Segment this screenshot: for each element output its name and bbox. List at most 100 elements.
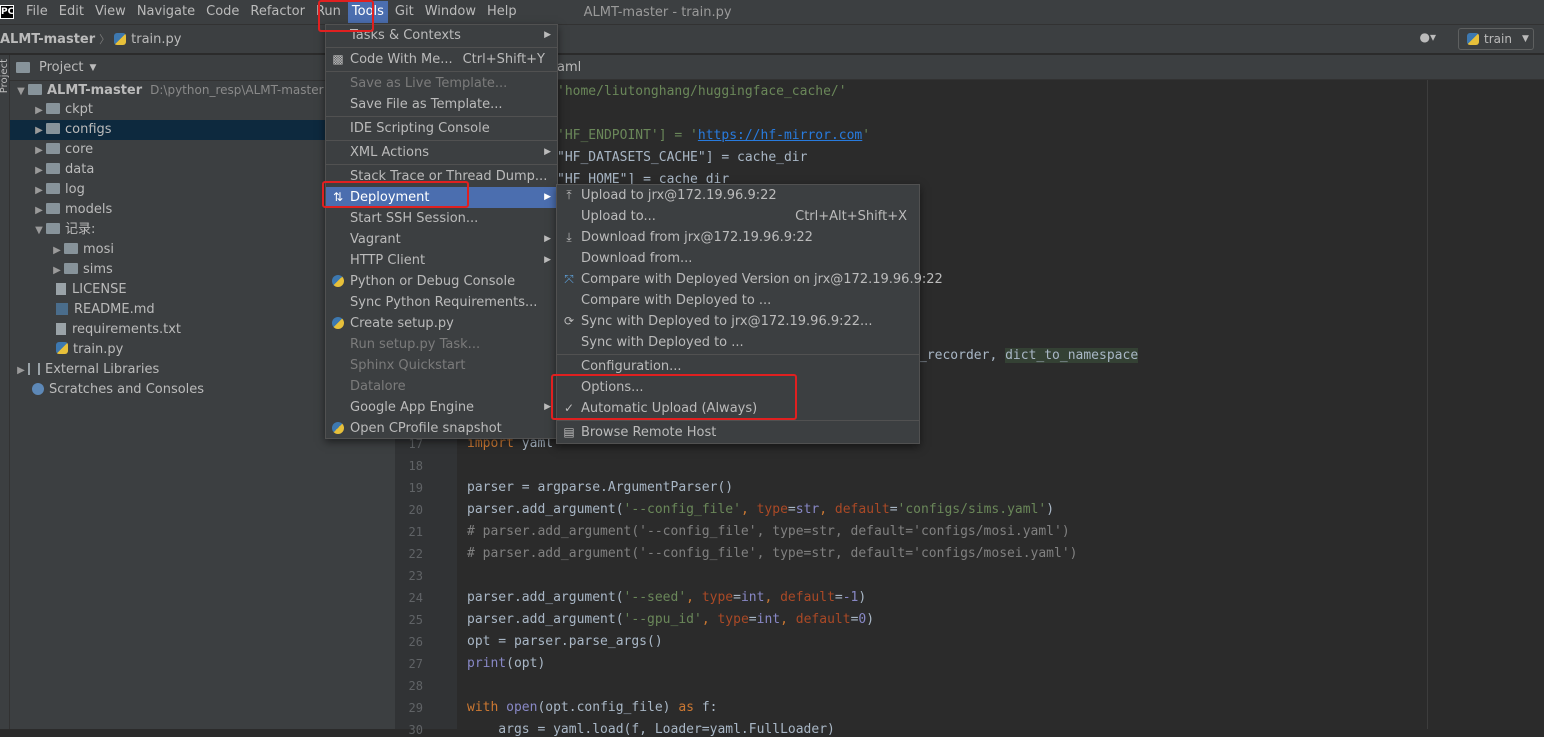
menu-git[interactable]: Git — [391, 1, 418, 23]
tree-item-label: sims — [83, 262, 113, 277]
scratches-icon — [32, 383, 44, 395]
submenu-arrow-icon: ▶ — [544, 192, 551, 202]
menu-item-ide-scripting-console[interactable]: IDE Scripting Console — [326, 118, 557, 139]
menu-item-upload-to[interactable]: Upload to... Ctrl+Alt+Shift+X — [557, 206, 919, 227]
code-line: opt = parser.parse_args() — [467, 634, 663, 649]
expand-arrow-icon[interactable]: ▶ — [50, 241, 64, 261]
user-account-icon[interactable]: ●▾ — [1420, 30, 1437, 44]
breadcrumb-file[interactable]: train.py — [131, 32, 181, 47]
line-number: 24 — [408, 591, 423, 605]
tree-item-label: ckpt — [65, 102, 94, 117]
menu-navigate[interactable]: Navigate — [133, 1, 199, 23]
menu-item-start-ssh[interactable]: Start SSH Session... — [326, 208, 557, 229]
annotation-box-automatic-upload — [551, 374, 797, 420]
tree-item-label: LICENSE — [72, 282, 127, 297]
expand-arrow-icon[interactable]: ▼ — [32, 221, 46, 241]
run-configuration-selector[interactable]: train ▼ — [1458, 28, 1534, 50]
menu-item-google-app-engine[interactable]: Google App Engine ▶ — [326, 397, 557, 418]
sync-icon: ⟳ — [563, 314, 575, 328]
menu-item-run-setup-task[interactable]: Run setup.py Task... — [326, 334, 557, 355]
expand-arrow-icon[interactable]: ▶ — [32, 121, 46, 141]
annotation-box-deployment — [322, 181, 469, 208]
line-number: 20 — [408, 503, 423, 517]
menu-item-datalore[interactable]: Datalore — [326, 376, 557, 397]
editor-tab-label[interactable]: aml — [557, 60, 581, 75]
menu-refactor[interactable]: Refactor — [246, 1, 309, 23]
menu-item-compare-deployed-default[interactable]: ⤧ Compare with Deployed Version on jrx@17… — [557, 269, 943, 290]
project-tool-window-tab[interactable]: Project — [0, 59, 10, 93]
line-number: 22 — [408, 547, 423, 561]
chevron-down-icon: ▼ — [1521, 34, 1529, 44]
menu-item-open-cprofile[interactable]: Open CProfile snapshot — [326, 418, 557, 439]
menu-item-save-live-template[interactable]: Save as Live Template... — [326, 73, 557, 94]
left-tool-strip: Project — [0, 55, 10, 729]
menu-item-download-from-default[interactable]: ⤓ Download from jrx@172.19.96.9:22 — [557, 227, 919, 248]
tree-item-label: Scratches and Consoles — [49, 382, 205, 397]
window-title: ALMT-master - train.py — [583, 4, 732, 20]
expand-arrow-icon[interactable]: ▶ — [14, 361, 28, 381]
submenu-arrow-icon: ▶ — [544, 402, 551, 412]
menu-item-code-with-me[interactable]: ▩ Code With Me... Ctrl+Shift+Y — [326, 49, 557, 70]
hf-mirror-link[interactable]: https://hf-mirror.com — [698, 128, 862, 143]
expand-arrow-icon[interactable]: ▶ — [32, 101, 46, 121]
menu-separator — [326, 164, 557, 165]
line-number: 19 — [408, 481, 423, 495]
code-with-me-icon: ▩ — [332, 52, 344, 66]
menu-item-http-client[interactable]: HTTP Client ▶ — [326, 250, 557, 271]
menu-item-download-from[interactable]: Download from... — [557, 248, 919, 269]
folder-icon — [46, 103, 60, 114]
folder-icon — [64, 243, 78, 254]
tree-item-label: requirements.txt — [72, 322, 182, 337]
menu-item-create-setup-py[interactable]: Create setup.py — [326, 313, 557, 334]
expand-arrow-icon[interactable]: ▶ — [50, 261, 64, 281]
menu-edit[interactable]: Edit — [55, 1, 88, 23]
tree-item-label: log — [65, 182, 85, 197]
right-margin-guide — [1427, 80, 1428, 729]
folder-icon — [46, 203, 60, 214]
menu-item-sync-deployed-to[interactable]: Sync with Deployed to ... — [557, 332, 919, 353]
menu-separator — [326, 140, 557, 141]
python-file-icon — [56, 342, 68, 354]
folder-icon — [28, 84, 42, 95]
folder-icon — [64, 263, 78, 274]
menu-help[interactable]: Help — [483, 1, 521, 23]
remote-host-icon: ▤ — [563, 425, 575, 439]
tools-menu: Tasks & Contexts ▶ ▩ Code With Me... Ctrl+S… — [325, 24, 558, 439]
tree-item-label: configs — [65, 122, 112, 137]
submenu-arrow-icon: ▶ — [544, 147, 551, 157]
menu-item-xml-actions[interactable]: XML Actions ▶ — [326, 142, 557, 163]
expand-arrow-icon[interactable]: ▼ — [14, 82, 28, 102]
menu-separator — [326, 116, 557, 117]
menu-separator — [557, 354, 919, 355]
breadcrumb-project[interactable]: ALMT-master — [0, 32, 95, 47]
python-run-icon — [1467, 33, 1479, 45]
menu-window[interactable]: Window — [421, 1, 480, 23]
expand-arrow-icon[interactable]: ▶ — [32, 201, 46, 221]
breadcrumb-separator-icon: 〉 — [99, 33, 111, 46]
expand-arrow-icon[interactable]: ▶ — [32, 181, 46, 201]
menu-file[interactable]: File — [22, 1, 52, 23]
folder-icon — [46, 143, 60, 154]
menu-item-python-console[interactable]: Python or Debug Console — [326, 271, 557, 292]
expand-arrow-icon[interactable]: ▶ — [32, 141, 46, 161]
menu-item-save-file-template[interactable]: Save File as Template... — [326, 94, 557, 115]
expand-arrow-icon[interactable]: ▶ — [32, 161, 46, 181]
line-number: 21 — [408, 525, 423, 539]
menu-item-upload-to-default[interactable]: ⤒ Upload to jrx@172.19.96.9:22 — [557, 185, 919, 206]
navigation-bar: ALMT-master 〉 train.py — [0, 24, 1544, 54]
menu-item-sphinx-quickstart[interactable]: Sphinx Quickstart — [326, 355, 557, 376]
project-view-selector[interactable]: Project — [39, 60, 83, 75]
menu-item-compare-deployed-to[interactable]: Compare with Deployed to ... — [557, 290, 919, 311]
run-configuration-name: train — [1484, 32, 1512, 46]
menu-item-vagrant[interactable]: Vagrant ▶ — [326, 229, 557, 250]
tree-item-label: core — [65, 142, 94, 157]
chevron-down-icon[interactable]: ▼ — [89, 63, 96, 73]
menu-item-browse-remote-host[interactable]: ▤ Browse Remote Host — [557, 422, 919, 443]
menu-code[interactable]: Code — [202, 1, 243, 23]
menu-item-sync-requirements[interactable]: Sync Python Requirements... — [326, 292, 557, 313]
menu-item-sync-deployed-default[interactable]: ⟳ Sync with Deployed to jrx@172.19.96.9:2… — [557, 311, 919, 332]
menu-view[interactable]: View — [91, 1, 130, 23]
code-line-import-utils: _recorder, dict_to_namespace — [919, 348, 1139, 363]
code-line: parser = argparse.ArgumentParser() — [467, 480, 734, 495]
menu-separator — [326, 71, 557, 72]
